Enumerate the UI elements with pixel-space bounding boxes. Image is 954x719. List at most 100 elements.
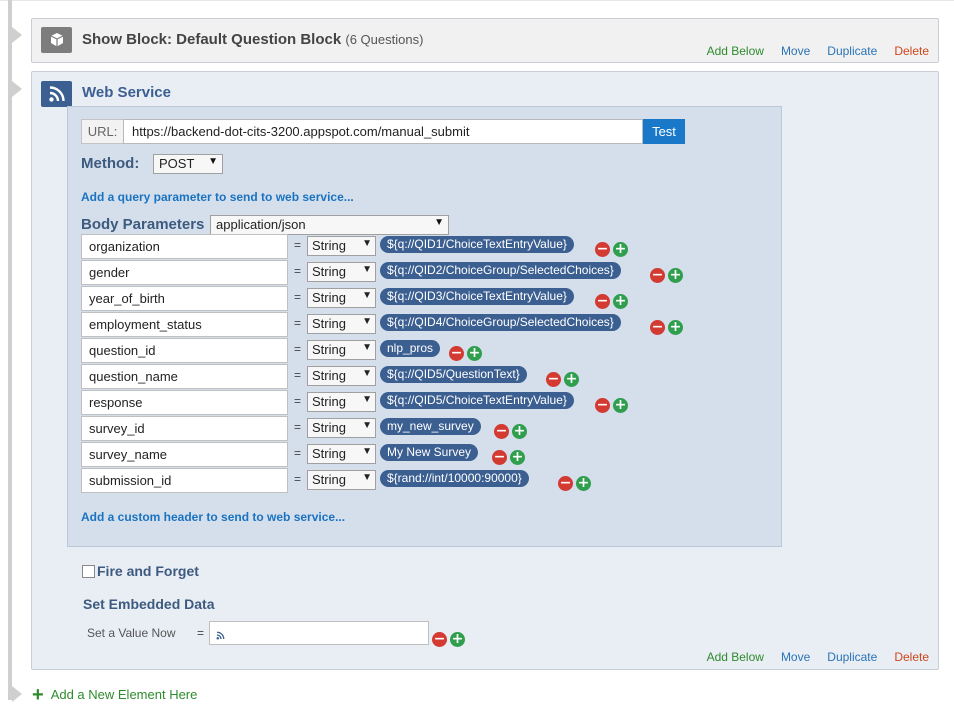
add-new-element-label: Add a New Element Here: [50, 687, 198, 702]
add-parameter-button[interactable]: +: [613, 398, 628, 413]
content-type-select[interactable]: application/json ▼: [210, 215, 449, 235]
parameter-type-value: String: [312, 368, 346, 383]
parameter-name-input[interactable]: survey_name: [81, 442, 288, 467]
add-parameter-button[interactable]: +: [668, 268, 683, 283]
parameter-name-input[interactable]: response: [81, 390, 288, 415]
remove-parameter-button[interactable]: −: [595, 242, 610, 257]
parameter-name-input[interactable]: organization: [81, 234, 288, 259]
add-parameter-button[interactable]: +: [613, 294, 628, 309]
add-custom-header-link[interactable]: Add a custom header to send to web servi…: [81, 510, 345, 524]
parameter-type-select[interactable]: String ▼: [307, 314, 376, 334]
parameter-name-input[interactable]: question_id: [81, 338, 288, 363]
equals-sign: =: [294, 264, 302, 278]
parameter-type-select[interactable]: String ▼: [307, 444, 376, 464]
method-select[interactable]: POST ▼: [153, 154, 223, 174]
delete-link[interactable]: Delete: [894, 44, 929, 58]
parameter-row-controls: − +: [494, 424, 527, 439]
remove-parameter-button[interactable]: −: [494, 424, 509, 439]
add-below-link[interactable]: Add Below: [707, 44, 764, 58]
parameter-type-select[interactable]: String ▼: [307, 262, 376, 282]
parameter-type-select[interactable]: String ▼: [307, 418, 376, 438]
parameter-value-pill[interactable]: ${q://QID5/ChoiceTextEntryValue}: [380, 392, 574, 409]
parameter-type-select[interactable]: String ▼: [307, 392, 376, 412]
parameter-value-pill[interactable]: ${q://QID5/QuestionText}: [380, 366, 527, 383]
embedded-value-input[interactable]: [209, 621, 429, 645]
delete-link[interactable]: Delete: [894, 650, 929, 664]
duplicate-link[interactable]: Duplicate: [827, 44, 877, 58]
parameter-row: survey_id = String ▼ my_new_survey − +: [81, 416, 701, 442]
remove-parameter-button[interactable]: −: [546, 372, 561, 387]
parameter-type-select[interactable]: String ▼: [307, 470, 376, 490]
web-service-element[interactable]: Web Service URL: Test Method: POST ▼ Add…: [31, 71, 939, 670]
parameter-name-input[interactable]: question_name: [81, 364, 288, 389]
parameter-value-pill[interactable]: nlp_pros: [380, 340, 441, 357]
parameter-name-input[interactable]: survey_id: [81, 416, 288, 441]
url-input[interactable]: [123, 119, 643, 144]
parameter-row-controls: − +: [595, 398, 628, 413]
test-button[interactable]: Test: [643, 119, 685, 144]
parameter-name-input[interactable]: gender: [81, 260, 288, 285]
parameter-type-select[interactable]: String ▼: [307, 288, 376, 308]
equals-sign: =: [294, 316, 302, 330]
add-parameter-button[interactable]: +: [512, 424, 527, 439]
parameter-value-pill[interactable]: ${rand://int/10000:90000}: [380, 470, 529, 487]
equals-sign: =: [294, 472, 302, 486]
add-parameter-button[interactable]: +: [668, 320, 683, 335]
parameter-row: organization = String ▼ ${q://QID1/ChoiceTex…: [81, 234, 701, 260]
parameter-name-input[interactable]: employment_status: [81, 312, 288, 337]
parameter-name-input[interactable]: year_of_birth: [81, 286, 288, 311]
parameter-type-select[interactable]: String ▼: [307, 340, 376, 360]
parameter-row-controls: − +: [650, 268, 683, 283]
fire-and-forget-checkbox[interactable]: [82, 564, 95, 578]
content-type-value: application/json: [216, 217, 306, 232]
dropdown-arrow-icon: ▼: [208, 156, 218, 167]
add-parameter-button[interactable]: +: [564, 372, 579, 387]
equals-sign: =: [294, 368, 302, 382]
equals-sign: =: [197, 626, 205, 640]
remove-parameter-button[interactable]: −: [449, 346, 464, 361]
remove-parameter-button[interactable]: −: [492, 450, 507, 465]
add-parameter-button[interactable]: +: [510, 450, 525, 465]
remove-parameter-button[interactable]: −: [558, 476, 573, 491]
parameter-type-value: String: [312, 472, 346, 487]
add-embedded-button[interactable]: +: [450, 632, 465, 647]
parameter-type-select[interactable]: String ▼: [307, 236, 376, 256]
remove-parameter-button[interactable]: −: [650, 268, 665, 283]
equals-sign: =: [294, 446, 302, 460]
parameter-row: submission_id = String ▼ ${rand://int/10000:…: [81, 468, 701, 494]
dropdown-arrow-icon: ▼: [362, 420, 372, 431]
duplicate-link[interactable]: Duplicate: [827, 650, 877, 664]
parameter-type-value: String: [312, 316, 346, 331]
parameter-value-pill[interactable]: ${q://QID1/ChoiceTextEntryValue}: [380, 236, 574, 253]
dropdown-arrow-icon: ▼: [362, 446, 372, 457]
equals-sign: =: [294, 290, 302, 304]
parameter-value-pill[interactable]: My New Survey: [380, 444, 479, 461]
move-link[interactable]: Move: [781, 650, 810, 664]
add-parameter-button[interactable]: +: [613, 242, 628, 257]
add-below-link[interactable]: Add Below: [707, 650, 764, 664]
plus-icon: +: [32, 683, 44, 706]
add-parameter-button[interactable]: +: [467, 346, 482, 361]
fire-and-forget-label: Fire and Forget: [97, 563, 199, 579]
parameter-row: year_of_birth = String ▼ ${q://QID3/ChoiceTe…: [81, 286, 701, 312]
show-block-element[interactable]: Show Block: Default Question Block (6 Qu…: [31, 18, 939, 63]
move-link[interactable]: Move: [781, 44, 810, 58]
dropdown-arrow-icon: ▼: [362, 264, 372, 275]
remove-parameter-button[interactable]: −: [650, 320, 665, 335]
question-count: (6 Questions): [345, 32, 424, 47]
parameter-value-pill[interactable]: ${q://QID2/ChoiceGroup/SelectedChoices}: [380, 262, 621, 279]
remove-parameter-button[interactable]: −: [595, 294, 610, 309]
add-query-parameter-link[interactable]: Add a query parameter to send to web ser…: [81, 190, 354, 204]
remove-embedded-button[interactable]: −: [432, 632, 447, 647]
url-group: URL: Test: [81, 119, 685, 144]
parameter-value-pill[interactable]: my_new_survey: [380, 418, 481, 435]
remove-parameter-button[interactable]: −: [595, 398, 610, 413]
parameter-type-select[interactable]: String ▼: [307, 366, 376, 386]
parameter-value-pill[interactable]: ${q://QID4/ChoiceGroup/SelectedChoices}: [380, 314, 621, 331]
web-service-panel: URL: Test Method: POST ▼ Add a query par…: [67, 106, 782, 547]
add-new-element-button[interactable]: + Add a New Element Here: [32, 683, 198, 706]
method-label: Method:: [81, 155, 140, 172]
add-parameter-button[interactable]: +: [576, 476, 591, 491]
parameter-value-pill[interactable]: ${q://QID3/ChoiceTextEntryValue}: [380, 288, 574, 305]
parameter-name-input[interactable]: submission_id: [81, 468, 288, 493]
